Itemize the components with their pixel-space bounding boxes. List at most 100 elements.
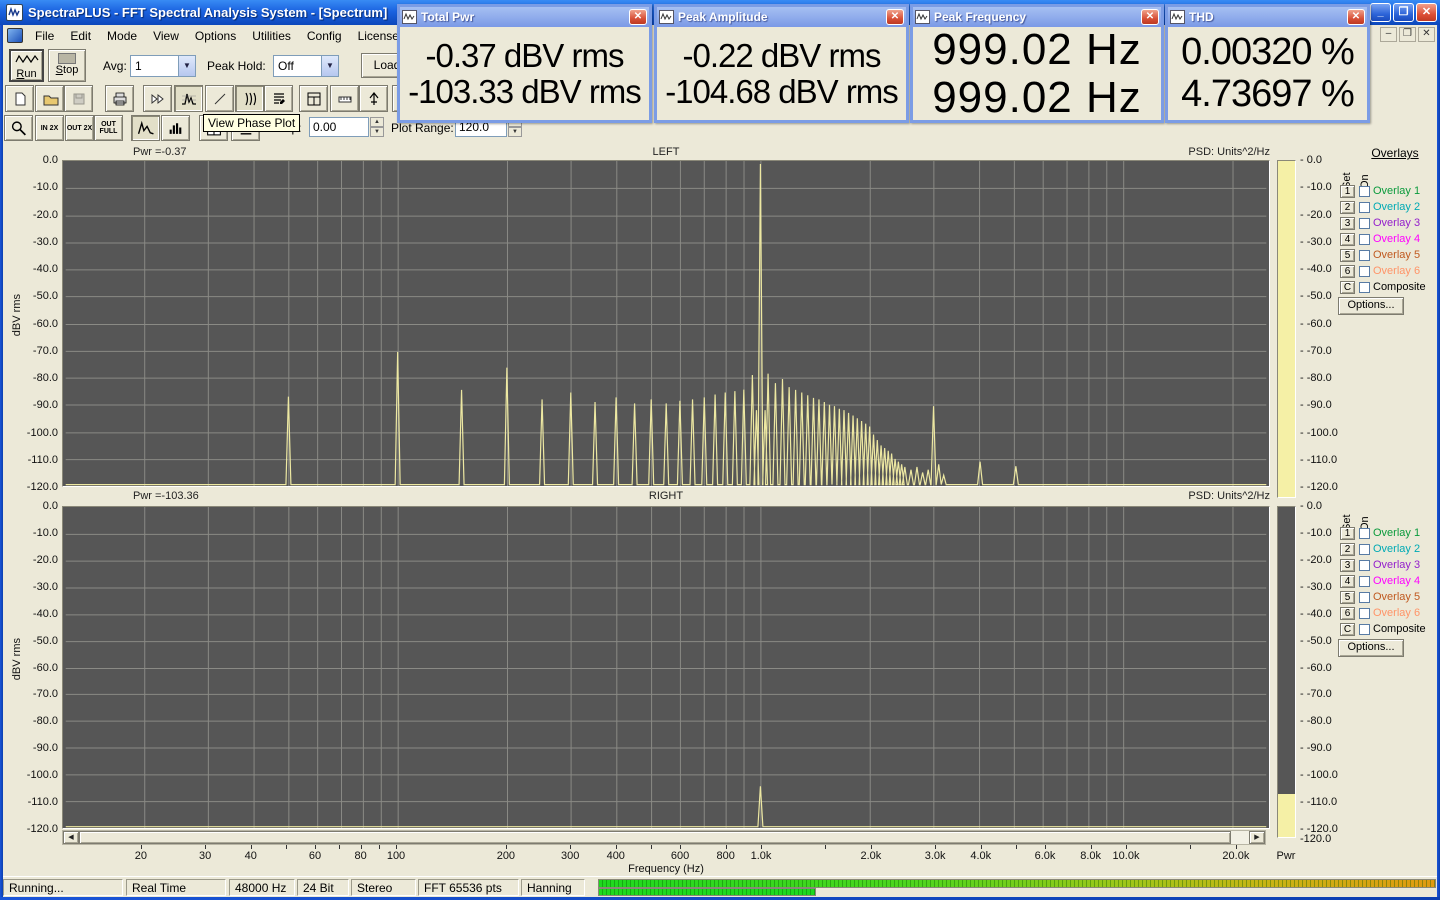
peak-amplitude-window[interactable]: Peak Amplitude ✕ -0.22 dBV rms -104.68 dBV …: [654, 4, 909, 123]
view-layout-button[interactable]: [299, 85, 328, 112]
overlay-on-checkbox-5[interactable]: [1359, 591, 1370, 603]
total-pwr-window[interactable]: Total Pwr ✕ -0.37 dBV rms -103.33 dBV rms: [397, 4, 652, 123]
scroll-left-arrow-icon[interactable]: ◀: [63, 831, 79, 844]
document-icon[interactable]: [7, 28, 23, 43]
bottom-overlays-options-button[interactable]: Options...: [1338, 639, 1404, 657]
left-ytick-right: - -40.0: [1300, 263, 1332, 275]
peak-frequency-window[interactable]: Peak Frequency ✕ 999.02 Hz 999.02 Hz: [910, 4, 1164, 123]
overlay-set-button-4[interactable]: 4: [1340, 574, 1355, 588]
bottom-overlay-row: 6 Overlay 6: [1340, 605, 1420, 621]
zoom-button[interactable]: [4, 115, 33, 141]
overlay-on-checkbox-4[interactable]: [1359, 233, 1370, 245]
avg-combobox[interactable]: 1 ▼: [130, 55, 196, 77]
close-button[interactable]: ✕: [1416, 3, 1437, 22]
overlay-set-button-5[interactable]: 5: [1340, 248, 1355, 262]
overlay-set-button-1[interactable]: 1: [1340, 526, 1355, 540]
overlay-on-checkbox-2[interactable]: [1359, 543, 1370, 555]
overlay-set-button-4[interactable]: 4: [1340, 232, 1355, 246]
xaxis-label: Frequency (Hz): [628, 863, 704, 875]
zoom-in-button[interactable]: IN 2X: [35, 115, 64, 141]
overlay-set-button-2[interactable]: 2: [1340, 542, 1355, 556]
markers-button[interactable]: [359, 85, 388, 112]
thd-window[interactable]: THD ✕ 0.00320 % 4.73697 %: [1165, 4, 1370, 123]
thd-close-button[interactable]: ✕: [1347, 9, 1365, 25]
overlay-on-checkbox-2[interactable]: [1359, 201, 1370, 213]
peak-frequency-titlebar[interactable]: Peak Frequency ✕: [913, 7, 1161, 27]
peak-frequency-close-button[interactable]: ✕: [1141, 9, 1159, 25]
overlay-on-checkbox-5[interactable]: [1359, 249, 1370, 261]
overlay-on-checkbox-6[interactable]: [1359, 265, 1370, 277]
view-phase-button[interactable]: [235, 85, 264, 112]
calibration-button[interactable]: [330, 85, 359, 112]
zoom-out-button[interactable]: OUT 2X: [65, 115, 94, 141]
view-time-series-button[interactable]: [205, 85, 234, 112]
zoom-out-full-button[interactable]: OUT FULL: [94, 115, 123, 141]
peak-amplitude-titlebar[interactable]: Peak Amplitude ✕: [657, 7, 906, 27]
minimize-button[interactable]: _: [1370, 3, 1391, 22]
avg-dropdown-arrow-icon[interactable]: ▼: [178, 56, 195, 76]
plot-top-spinner[interactable]: ▲ ▼: [370, 117, 384, 137]
overlay-set-button-5[interactable]: 5: [1340, 590, 1355, 604]
overlay-set-button-2[interactable]: 2: [1340, 200, 1355, 214]
total-pwr-close-button[interactable]: ✕: [629, 9, 647, 25]
menu-item-config[interactable]: Config: [299, 27, 350, 45]
overlay-on-checkbox-1[interactable]: [1359, 527, 1370, 539]
scrollbar-thumb[interactable]: [79, 831, 1231, 844]
left-spectrum-plot[interactable]: [62, 160, 1270, 487]
left-ytick-left: -20.0: [32, 208, 58, 221]
right-ytick-left: -100.0: [26, 769, 58, 782]
x-tick-label: 10.0k: [1112, 850, 1140, 862]
stop-button[interactable]: Stop: [48, 49, 86, 82]
overlay-on-checkbox-c[interactable]: [1359, 281, 1370, 293]
right-spectrum-plot[interactable]: [62, 506, 1270, 829]
menu-item-options[interactable]: Options: [187, 27, 244, 45]
overlay-on-checkbox-3[interactable]: [1359, 559, 1370, 571]
plot-top-field[interactable]: 0.00: [309, 117, 369, 137]
overlay-on-checkbox-1[interactable]: [1359, 185, 1370, 197]
menu-item-view[interactable]: View: [145, 27, 187, 45]
overlay-set-button-6[interactable]: 6: [1340, 264, 1355, 278]
x-tick-label: 30: [199, 850, 212, 862]
left-ytick-right: - -20.0: [1300, 208, 1332, 221]
view-spectrum-button[interactable]: [174, 85, 203, 112]
overlay-set-button-3[interactable]: 3: [1340, 216, 1355, 230]
menu-item-utilities[interactable]: Utilities: [244, 27, 299, 45]
x-tick-label: 40: [244, 850, 257, 862]
scroll-right-arrow-icon[interactable]: ▶: [1249, 831, 1265, 844]
total-pwr-titlebar[interactable]: Total Pwr ✕: [400, 7, 649, 27]
mdi-close-button[interactable]: ✕: [1418, 27, 1435, 42]
overlay-on-checkbox-6[interactable]: [1359, 607, 1370, 619]
print-button[interactable]: [105, 85, 134, 112]
overlay-set-button-3[interactable]: 3: [1340, 558, 1355, 572]
run-button[interactable]: Run: [9, 49, 44, 82]
menu-item-file[interactable]: File: [27, 27, 62, 45]
save-file-button[interactable]: [64, 85, 93, 112]
overlay-set-button-c[interactable]: C: [1340, 280, 1355, 294]
overlay-on-checkbox-4[interactable]: [1359, 575, 1370, 587]
mdi-restore-button[interactable]: ❐: [1399, 27, 1416, 42]
view-spectrum-curve-button[interactable]: [131, 115, 160, 141]
menu-item-mode[interactable]: Mode: [99, 27, 145, 45]
peak-hold-combobox[interactable]: Off ▼: [273, 55, 339, 77]
overlay-set-button-c[interactable]: C: [1340, 622, 1355, 636]
fast-forward-button[interactable]: [143, 85, 172, 112]
top-overlays-options-button[interactable]: Options...: [1338, 297, 1404, 315]
overlay-set-button-1[interactable]: 1: [1340, 184, 1355, 198]
peak-hold-dropdown-arrow-icon[interactable]: ▼: [321, 56, 338, 76]
menu-item-edit[interactable]: Edit: [62, 27, 99, 45]
overlay-on-checkbox-c[interactable]: [1359, 623, 1370, 635]
mdi-minimize-button[interactable]: –: [1380, 27, 1397, 42]
view-notes-button[interactable]: [264, 85, 293, 112]
overlay-set-button-6[interactable]: 6: [1340, 606, 1355, 620]
right-ytick-left: -110.0: [27, 796, 58, 809]
restore-button[interactable]: ❐: [1393, 3, 1414, 22]
overlay-on-checkbox-3[interactable]: [1359, 217, 1370, 229]
view-histogram-button[interactable]: [161, 115, 190, 141]
open-file-button[interactable]: [35, 85, 64, 112]
thd-titlebar[interactable]: THD ✕: [1168, 7, 1367, 27]
left-level-meter-fill: [1278, 161, 1295, 497]
peak-amplitude-close-button[interactable]: ✕: [886, 9, 904, 25]
frequency-scrollbar[interactable]: ◀ ▶: [62, 830, 1266, 845]
x-tick-label: 20: [134, 850, 147, 862]
new-file-button[interactable]: [5, 85, 34, 112]
